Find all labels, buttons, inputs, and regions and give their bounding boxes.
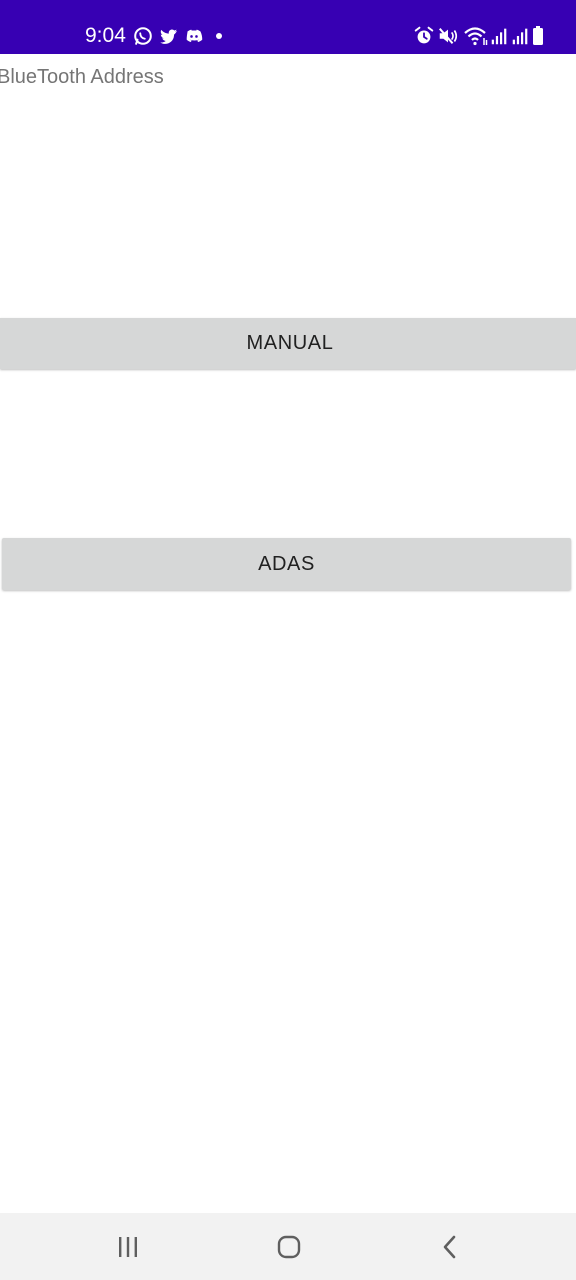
wifi-icon — [463, 24, 489, 48]
discord-icon — [183, 24, 205, 48]
manual-button[interactable]: MANUAL — [0, 318, 576, 369]
twitter-icon — [157, 24, 179, 48]
app-screen: 9:04 BlueTooth Address MANUAL ADAS — [0, 0, 576, 1280]
notification-dot-icon — [212, 24, 226, 48]
battery-icon — [531, 24, 545, 48]
home-icon — [276, 1234, 302, 1260]
status-bar: 9:04 — [0, 0, 576, 54]
back-icon — [439, 1234, 461, 1260]
alarm-icon — [413, 24, 435, 48]
bluetooth-address-label: BlueTooth Address — [0, 66, 164, 88]
system-navigation-bar — [0, 1213, 576, 1280]
signal-icon — [510, 24, 532, 48]
recent-apps-icon — [116, 1235, 140, 1259]
status-time: 9:04 — [85, 24, 126, 47]
whatsapp-icon — [132, 24, 154, 48]
recent-apps-button[interactable] — [106, 1231, 150, 1263]
mute-icon — [437, 24, 459, 48]
adas-button[interactable]: ADAS — [2, 538, 571, 590]
back-button[interactable] — [428, 1231, 472, 1263]
home-button[interactable] — [267, 1231, 311, 1263]
signal-icon — [489, 24, 511, 48]
